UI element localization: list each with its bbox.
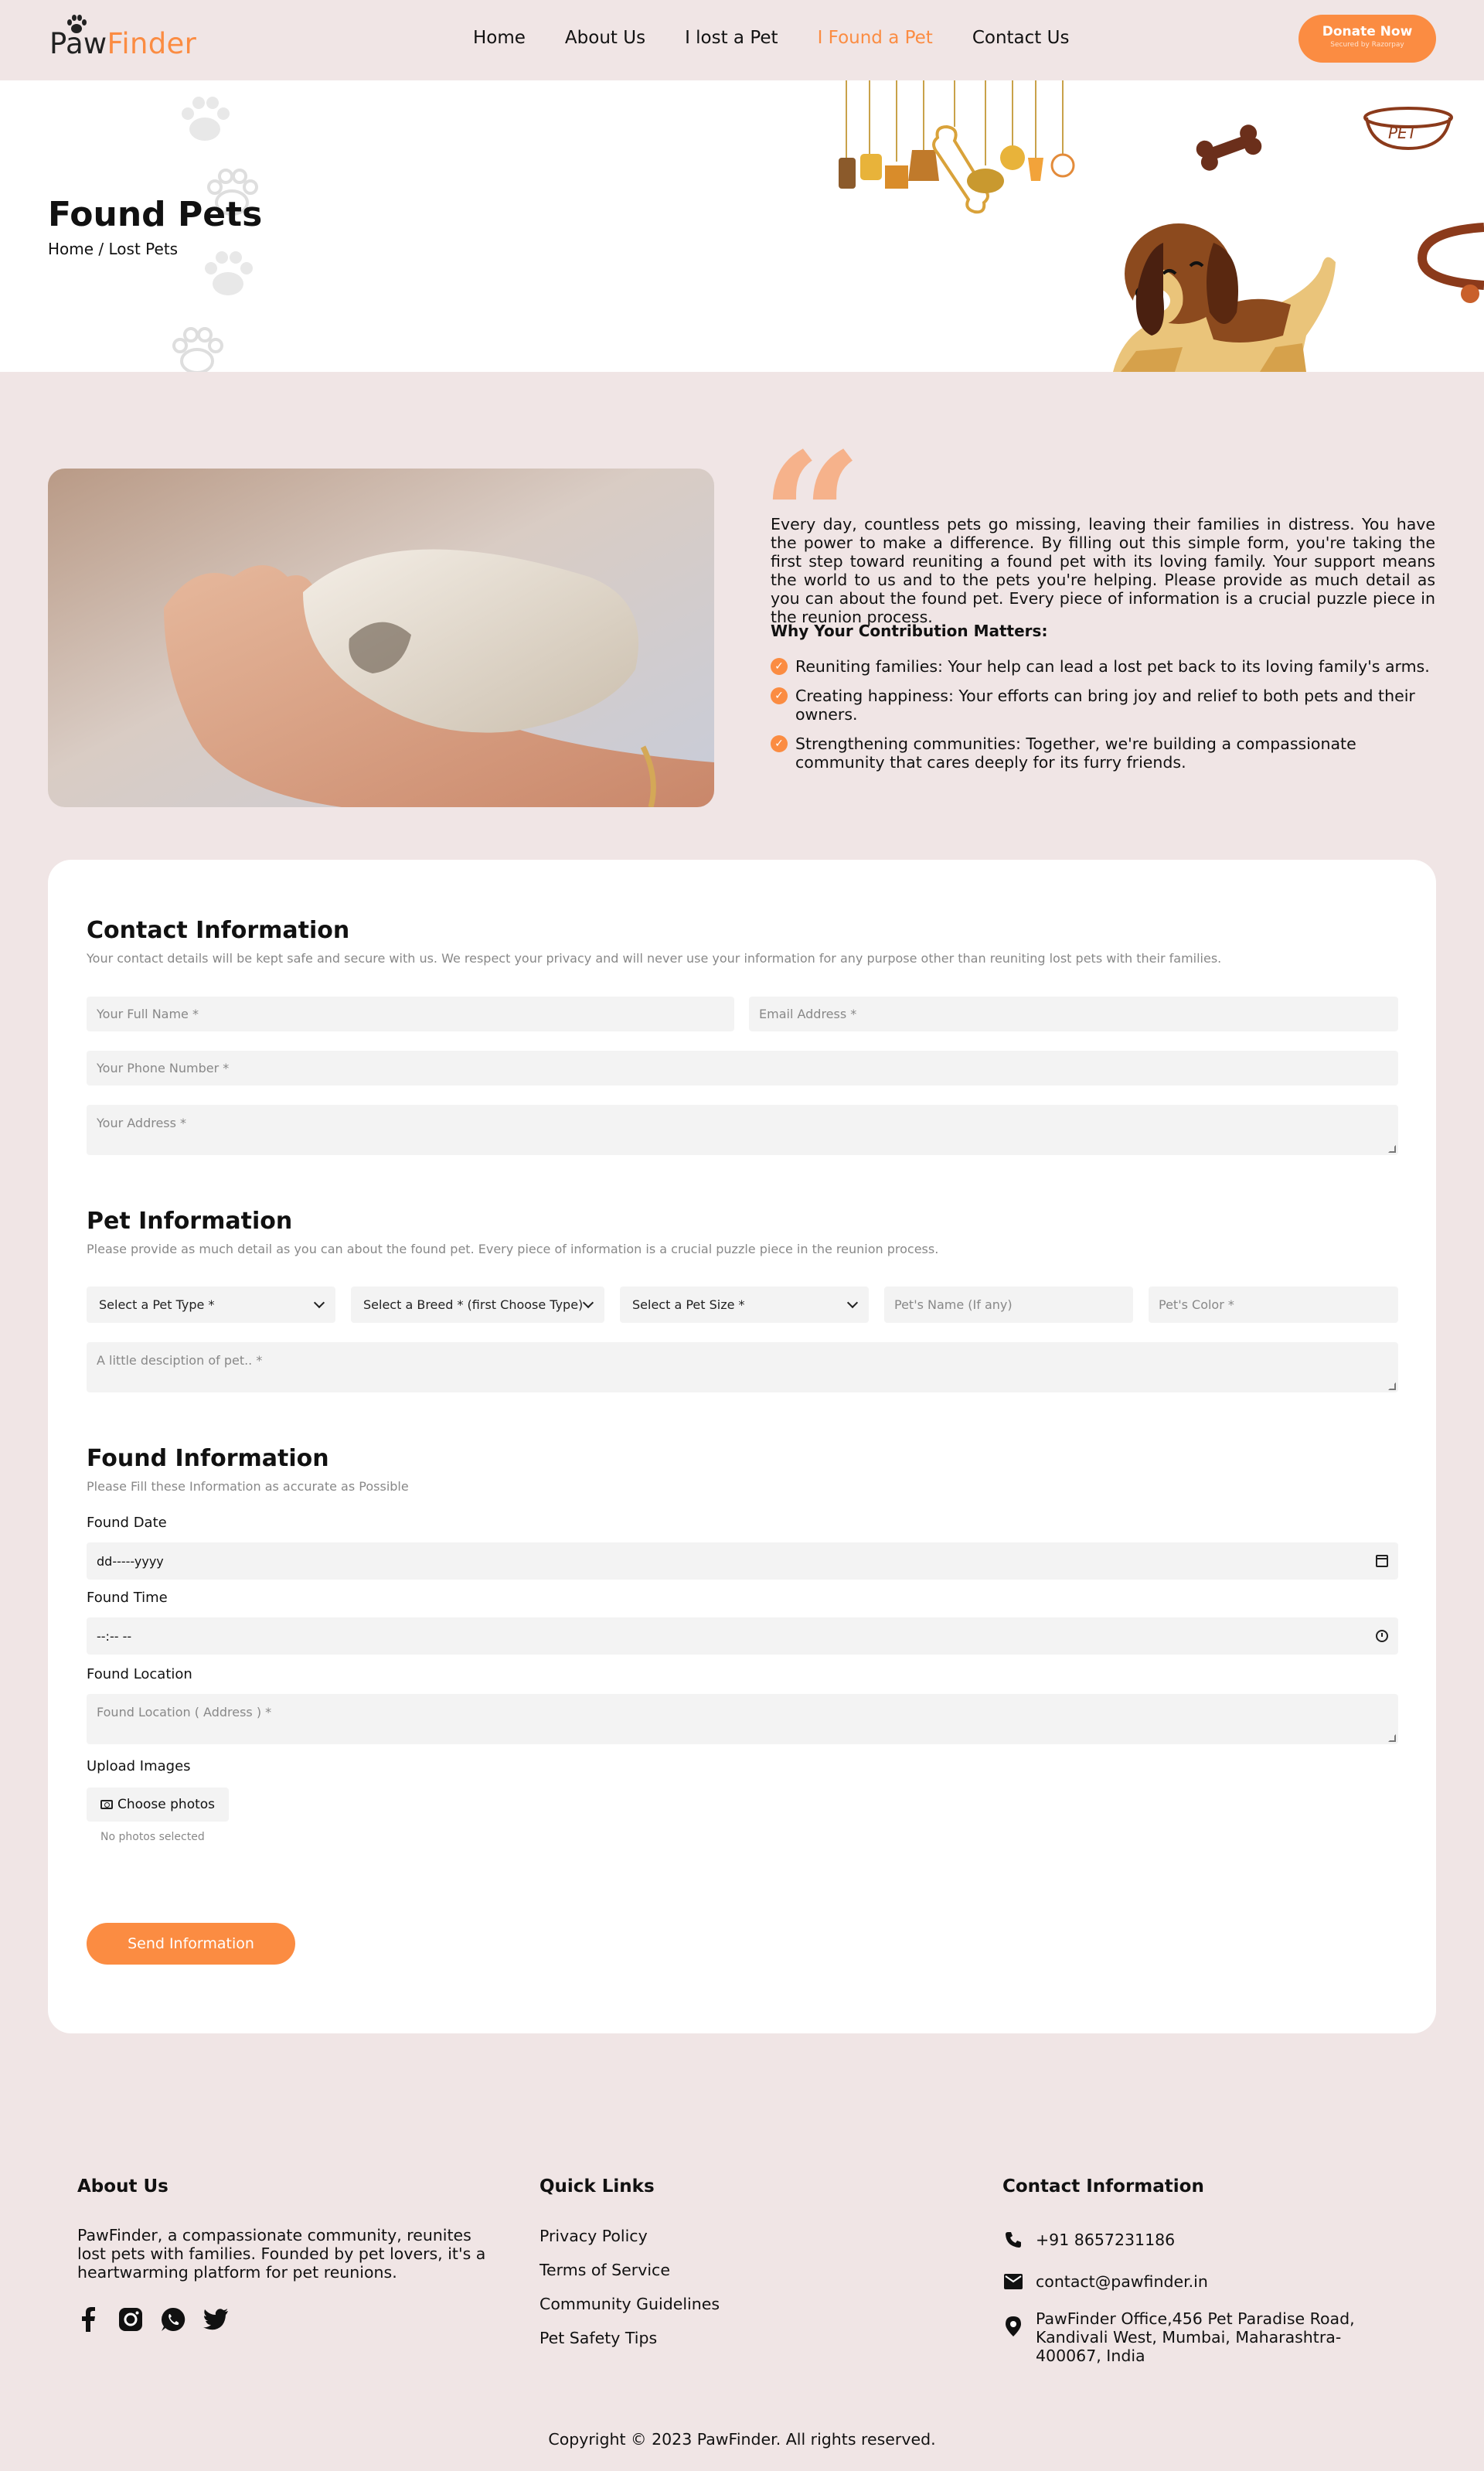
resize-grip-icon xyxy=(1388,1145,1396,1153)
found-time-label: Found Time xyxy=(87,1590,168,1606)
found-date-input[interactable]: dd-----yyyy xyxy=(87,1542,1398,1580)
check-icon: ✓ xyxy=(771,735,788,752)
resize-grip-icon xyxy=(1388,1734,1396,1742)
collar-icon xyxy=(1417,223,1484,303)
footer-link-privacy[interactable]: Privacy Policy xyxy=(539,2227,648,2245)
footer-about-title: About Us xyxy=(77,2176,168,2197)
no-photos-text: No photos selected xyxy=(100,1831,205,1843)
pet-section-title: Pet Information xyxy=(87,1208,293,1235)
nav-home[interactable]: Home xyxy=(473,28,526,48)
navbar: PawFinder Home About Us I lost a Pet I F… xyxy=(0,0,1484,80)
found-time-input[interactable]: --:-- -- xyxy=(87,1617,1398,1655)
pet-color-input[interactable]: Pet's Color * xyxy=(1149,1287,1398,1323)
nav-about-us[interactable]: About Us xyxy=(565,28,645,48)
page-title: Found Pets xyxy=(48,195,263,234)
instagram-icon[interactable] xyxy=(118,2307,143,2332)
logo[interactable]: PawFinder xyxy=(49,14,196,60)
footer-link-guidelines[interactable]: Community Guidelines xyxy=(539,2295,720,2313)
location-pin-icon xyxy=(1003,2316,1023,2336)
clock-icon[interactable] xyxy=(1376,1630,1388,1642)
pet-description-input[interactable]: A little desciption of pet.. * xyxy=(87,1342,1398,1392)
hanging-pet-items-illustration xyxy=(839,80,1075,214)
pet-name-input[interactable]: Pet's Name (If any) xyxy=(884,1287,1133,1323)
chevron-down-icon xyxy=(582,1297,594,1309)
calendar-icon[interactable] xyxy=(1376,1555,1388,1567)
why-title: Why Your Contribution Matters: xyxy=(771,622,1048,640)
footer-link-safety-tips[interactable]: Pet Safety Tips xyxy=(539,2329,657,2347)
send-information-button[interactable]: Send Information xyxy=(87,1923,295,1965)
email-icon xyxy=(1003,2272,1023,2291)
bowl-label: PET xyxy=(1388,124,1418,142)
choose-photos-button[interactable]: Choose photos xyxy=(87,1788,229,1822)
chevron-down-icon xyxy=(313,1297,325,1309)
pet-bowl-icon: PET xyxy=(1363,107,1453,151)
intro-paragraph: Every day, countless pets go missing, le… xyxy=(771,515,1435,626)
address-input[interactable]: Your Address * xyxy=(87,1105,1398,1155)
twitter-icon[interactable] xyxy=(203,2307,228,2332)
camera-icon xyxy=(100,1800,113,1809)
contact-section-title: Contact Information xyxy=(87,917,350,944)
benefits-list: ✓ Reuniting families: Your help can lead … xyxy=(771,657,1435,782)
breadcrumb: Home / Lost Pets xyxy=(48,240,179,258)
upload-images-label: Upload Images xyxy=(87,1758,191,1774)
nav-contact-us[interactable]: Contact Us xyxy=(972,28,1070,48)
footer-phone[interactable]: +91 8657231186 xyxy=(1003,2231,1405,2249)
donate-label: Donate Now xyxy=(1322,24,1413,39)
bone-icon xyxy=(1196,124,1262,171)
footer-email[interactable]: contact@pawfinder.in xyxy=(1003,2272,1405,2291)
found-date-label: Found Date xyxy=(87,1515,167,1531)
pet-section-subtitle: Please provide as much detail as you can… xyxy=(87,1242,939,1256)
hand-and-paw-photo xyxy=(48,469,714,807)
footer-about-text: PawFinder, a compassionate community, re… xyxy=(77,2226,486,2282)
dog-illustration xyxy=(1113,223,1336,372)
benefit-item: ✓ Reuniting families: Your help can lead … xyxy=(771,657,1435,676)
nav-links: Home About Us I lost a Pet I Found a Pet… xyxy=(473,28,1108,48)
copyright: Copyright © 2023 PawFinder. All rights r… xyxy=(548,2430,936,2449)
footer-link-terms[interactable]: Terms of Service xyxy=(539,2261,670,2279)
found-section-title: Found Information xyxy=(87,1445,329,1472)
email-input[interactable]: Email Address * xyxy=(749,997,1398,1031)
found-location-input[interactable]: Found Location ( Address ) * xyxy=(87,1694,1398,1744)
footer-contact-title: Contact Information xyxy=(1002,2176,1204,2197)
phone-icon xyxy=(1003,2231,1023,2249)
full-name-input[interactable]: Your Full Name * xyxy=(87,997,734,1031)
phone-input[interactable]: Your Phone Number * xyxy=(87,1051,1398,1086)
hero-banner: Found Pets Home / Lost Pets PET xyxy=(0,80,1484,372)
whatsapp-icon[interactable] xyxy=(161,2307,186,2332)
contact-section-subtitle: Your contact details will be kept safe a… xyxy=(87,951,1222,966)
benefit-item: ✓ Strengthening communities: Together, we… xyxy=(771,734,1435,772)
pet-size-select[interactable]: Select a Pet Size * xyxy=(620,1287,869,1323)
donate-sublabel: Secured by Razorpay xyxy=(1330,41,1404,49)
facebook-icon[interactable] xyxy=(76,2307,100,2332)
footer-address: PawFinder Office,456 Pet Paradise Road, … xyxy=(1003,2309,1405,2365)
found-pet-form: Contact Information Your contact details… xyxy=(48,860,1436,2033)
nav-found-pet[interactable]: I Found a Pet xyxy=(818,28,933,48)
pet-breed-select[interactable]: Select a Breed * (first Choose Type) xyxy=(351,1287,604,1323)
donate-button[interactable]: Donate Now Secured by Razorpay xyxy=(1298,15,1436,63)
resize-grip-icon xyxy=(1388,1382,1396,1390)
benefit-item: ✓ Creating happiness: Your efforts can br… xyxy=(771,687,1435,724)
check-icon: ✓ xyxy=(771,687,788,704)
social-links xyxy=(76,2307,246,2332)
pet-type-select[interactable]: Select a Pet Type * xyxy=(87,1287,335,1323)
footer-links-title: Quick Links xyxy=(539,2176,655,2197)
paw-icon xyxy=(67,15,87,33)
nav-lost-pet[interactable]: I lost a Pet xyxy=(685,28,778,48)
chevron-down-icon xyxy=(846,1297,859,1309)
found-location-label: Found Location xyxy=(87,1666,192,1682)
found-section-subtitle: Please Fill these Information as accurat… xyxy=(87,1479,409,1494)
check-icon: ✓ xyxy=(771,658,788,675)
